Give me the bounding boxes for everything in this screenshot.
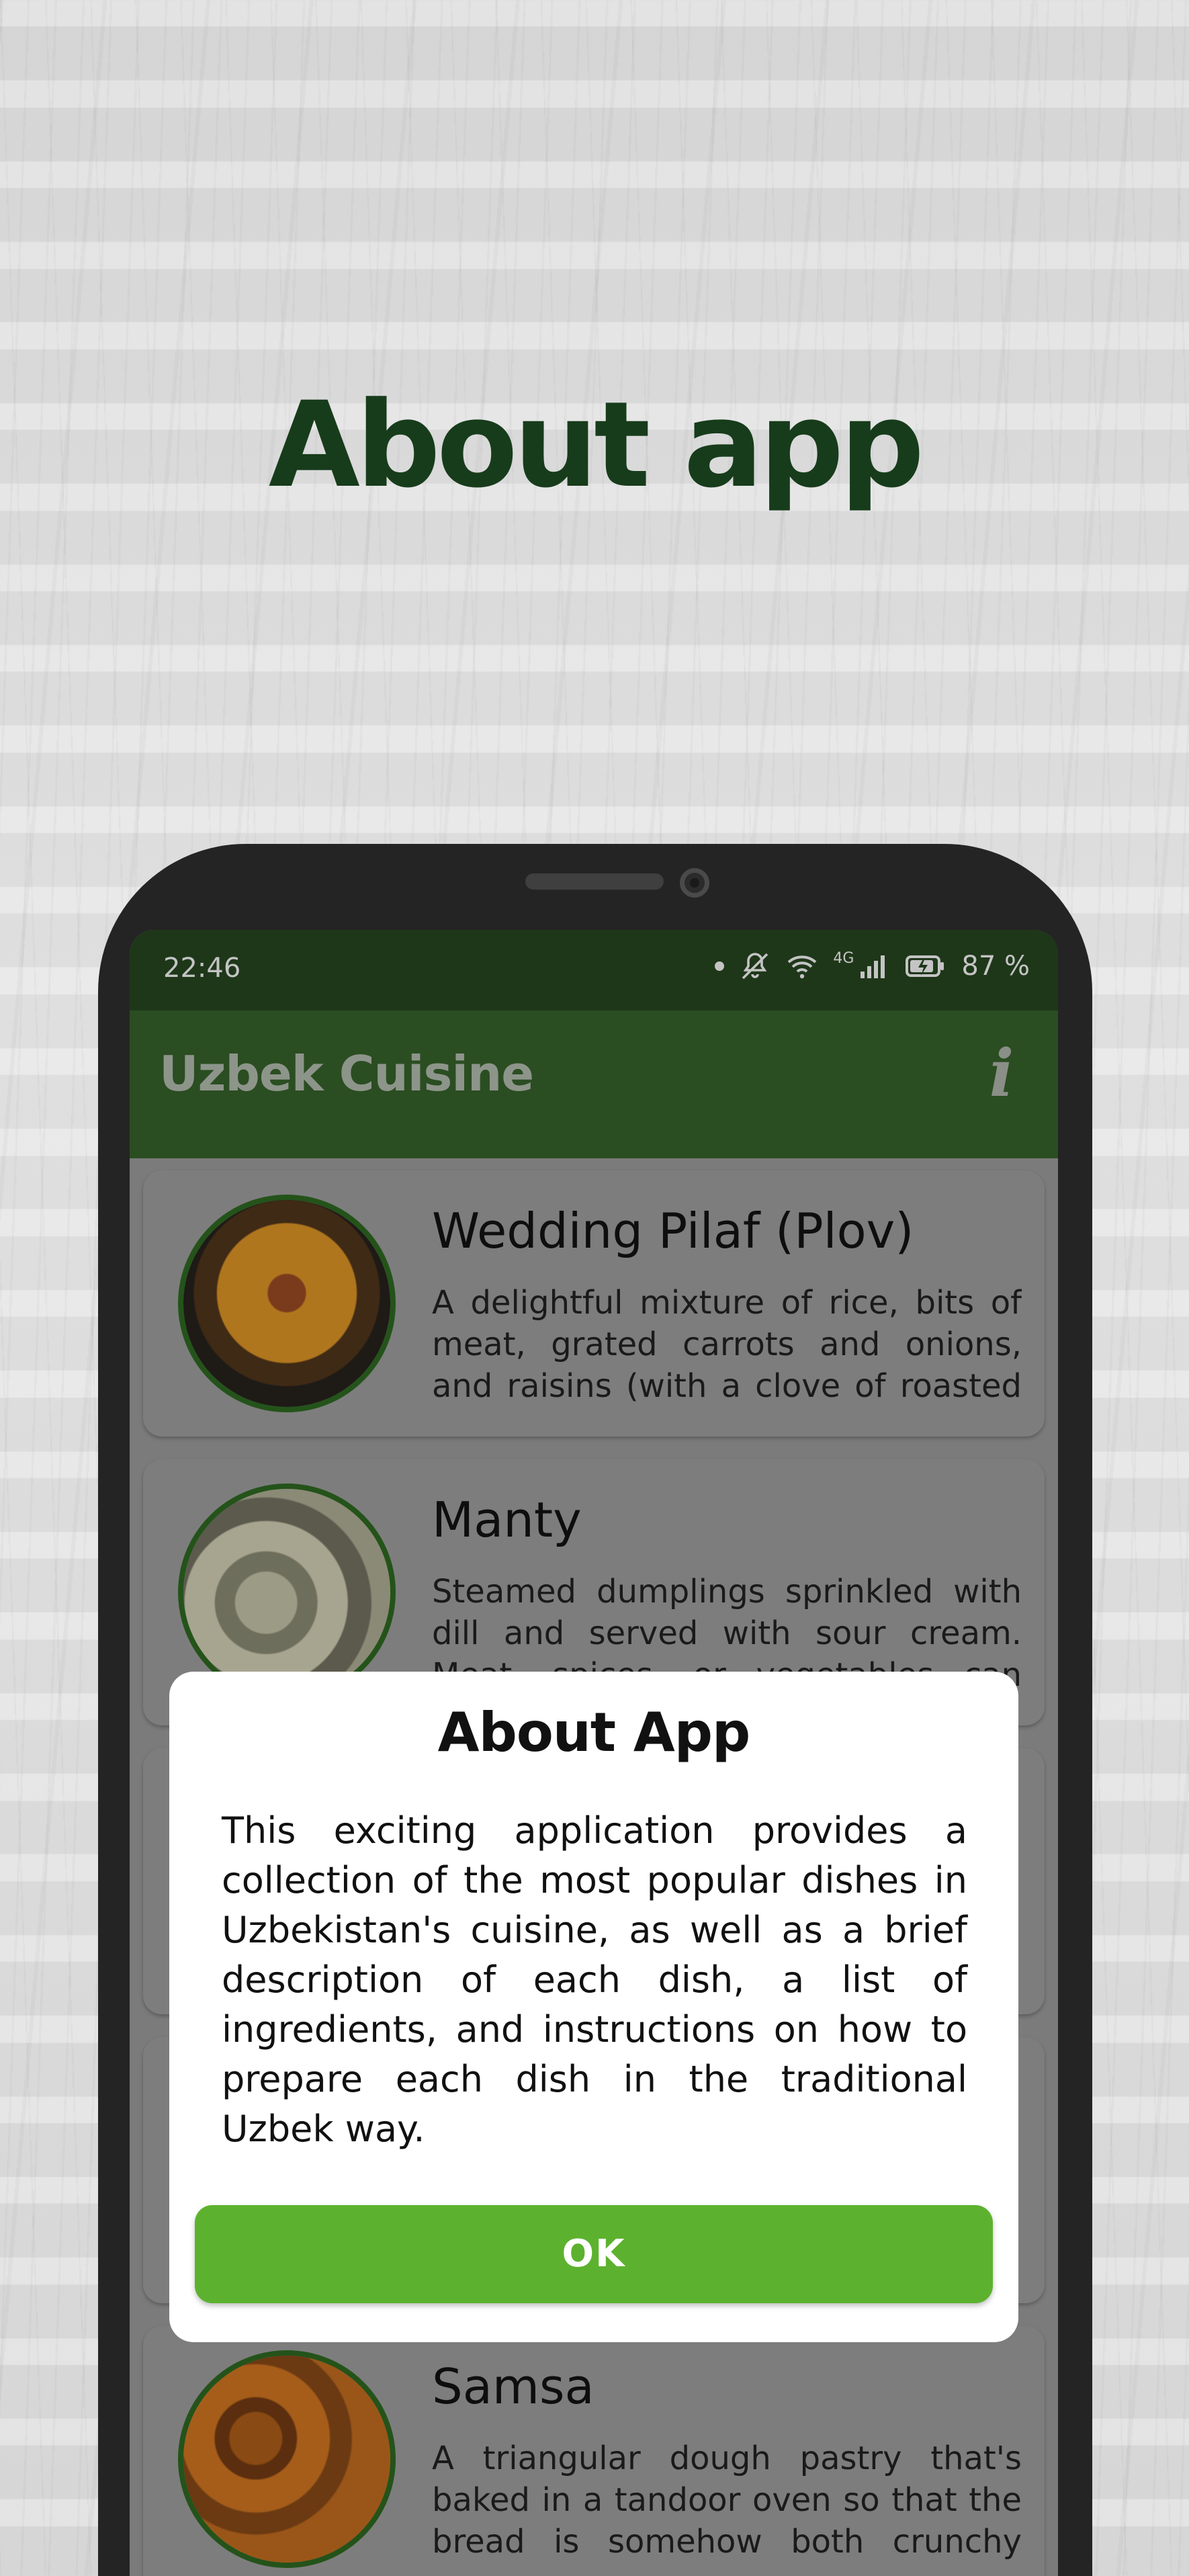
network-type-label: 4G [833, 950, 854, 967]
dish-title: Manty [432, 1492, 582, 1548]
dish-thumbnail [178, 1484, 396, 1701]
dish-thumbnail [178, 2350, 396, 2568]
notification-dot-icon [715, 961, 725, 971]
ok-button[interactable]: OK [195, 2205, 993, 2303]
front-camera [680, 868, 709, 898]
status-bar: 22:46 4G 87 % [130, 930, 1058, 1011]
status-time: 22:46 [163, 953, 241, 984]
dish-description: A triangular dough pastry that's baked i… [432, 2440, 1022, 2561]
wifi-icon [787, 955, 817, 979]
dish-title: Samsa [432, 2358, 594, 2415]
cell-signal-icon [861, 955, 885, 978]
dish-card[interactable]: Samsa A triangular dough pastry that's b… [143, 2326, 1045, 2576]
battery-charging-icon [906, 955, 944, 977]
status-icons: 4G 87 % [715, 950, 1030, 982]
app-bar: Uzbek Cuisine i [130, 1011, 1058, 1158]
promo-headline: About app [268, 376, 925, 514]
dish-description: A delightful mixture of rice, bits of me… [432, 1284, 1022, 1405]
battery-percent: 87 % [961, 951, 1030, 982]
dish-card[interactable]: Wedding Pilaf (Plov) A delightful mixtur… [143, 1170, 1045, 1436]
dialog-body: This exciting application provides a col… [222, 1809, 967, 2150]
app-title: Uzbek Cuisine [159, 1045, 534, 1102]
muted-bell-icon [742, 953, 768, 980]
dialog-title: About App [437, 1701, 751, 1764]
phone-speaker [525, 873, 664, 890]
about-dialog: About App This exciting application prov… [169, 1672, 1018, 2342]
dish-thumbnail [178, 1195, 396, 1412]
info-icon[interactable]: i [975, 1040, 1028, 1107]
dish-title: Wedding Pilaf (Plov) [432, 1203, 914, 1259]
